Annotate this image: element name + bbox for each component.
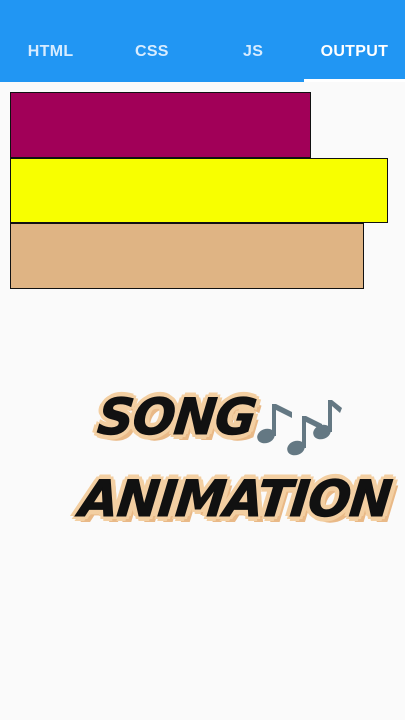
tab-html[interactable]: HTML [0,22,101,82]
tab-bar: HTML CSS JS OUTPUT [0,22,405,82]
output-bar-1 [10,92,311,158]
tab-css[interactable]: CSS [101,22,202,82]
tab-output[interactable]: OUTPUT [303,22,405,82]
overlay-title-song: SONG [94,388,259,447]
top-app-bar: HTML CSS JS OUTPUT [0,0,405,82]
musical-notes-icon [257,400,342,456]
overlay-title-animation: ANIMATION [76,470,394,529]
output-bar-2 [10,158,388,223]
tab-js[interactable]: JS [203,22,304,82]
output-bar-3 [10,223,364,289]
